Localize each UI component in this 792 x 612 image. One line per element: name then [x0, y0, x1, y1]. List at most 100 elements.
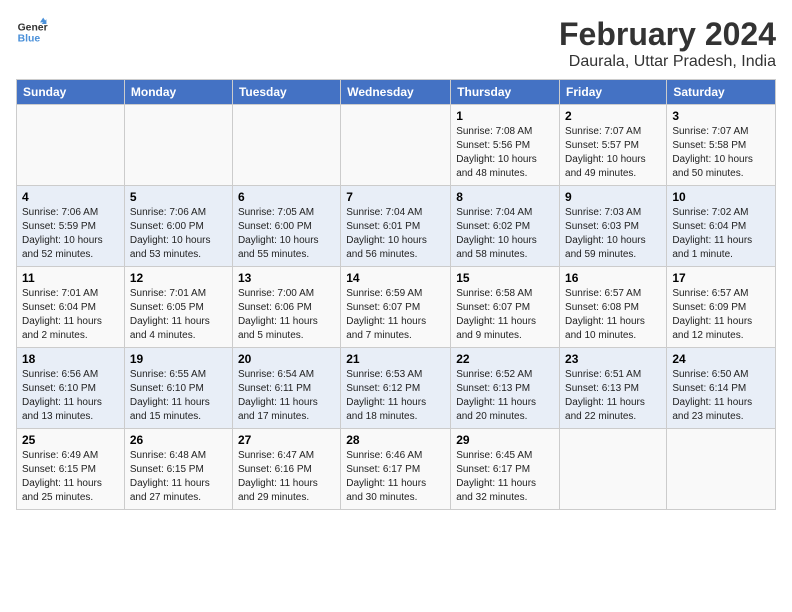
day-info: Sunrise: 6:51 AM Sunset: 6:13 PM Dayligh… [565, 368, 661, 424]
calendar-cell: 6 Sunrise: 7:05 AM Sunset: 6:00 PM Daylig… [232, 186, 340, 267]
logo: General Blue [16, 16, 48, 48]
calendar-cell [17, 105, 125, 186]
header: General Blue February 2024 Daurala, Utta… [16, 16, 776, 71]
day-number: 12 [130, 271, 227, 285]
calendar-week-row: 11 Sunrise: 7:01 AM Sunset: 6:04 PM Dayli… [17, 267, 776, 348]
day-number: 16 [565, 271, 661, 285]
day-info: Sunrise: 7:08 AM Sunset: 5:56 PM Dayligh… [456, 125, 554, 181]
day-number: 23 [565, 352, 661, 366]
day-number: 4 [22, 190, 119, 204]
calendar-cell [667, 429, 776, 510]
day-info: Sunrise: 7:01 AM Sunset: 6:04 PM Dayligh… [22, 287, 119, 343]
weekday-header: Friday [560, 80, 667, 105]
calendar-cell: 23 Sunrise: 6:51 AM Sunset: 6:13 PM Dayli… [560, 348, 667, 429]
day-info: Sunrise: 7:07 AM Sunset: 5:57 PM Dayligh… [565, 125, 661, 181]
calendar-cell: 26Sunrise: 6:48 AM Sunset: 6:15 PM Dayli… [124, 429, 232, 510]
month-title: February 2024 [559, 16, 776, 53]
day-info: Sunrise: 7:07 AM Sunset: 5:58 PM Dayligh… [672, 125, 770, 181]
calendar-cell: 12 Sunrise: 7:01 AM Sunset: 6:05 PM Dayli… [124, 267, 232, 348]
title-area: February 2024 Daurala, Uttar Pradesh, In… [559, 16, 776, 71]
day-number: 27 [238, 433, 335, 447]
day-number: 2 [565, 109, 661, 123]
calendar-cell [232, 105, 340, 186]
calendar-cell: 11 Sunrise: 7:01 AM Sunset: 6:04 PM Dayli… [17, 267, 125, 348]
calendar-week-row: 4 Sunrise: 7:06 AM Sunset: 5:59 PM Daylig… [17, 186, 776, 267]
weekday-header: Wednesday [341, 80, 451, 105]
weekday-header: Thursday [451, 80, 560, 105]
calendar-cell: 22 Sunrise: 6:52 AM Sunset: 6:13 PM Dayli… [451, 348, 560, 429]
day-info: Sunrise: 6:53 AM Sunset: 6:12 PM Dayligh… [346, 368, 445, 424]
calendar-cell: 8 Sunrise: 7:04 AM Sunset: 6:02 PM Daylig… [451, 186, 560, 267]
calendar-cell: 16 Sunrise: 6:57 AM Sunset: 6:08 PM Dayli… [560, 267, 667, 348]
day-info: Sunrise: 6:54 AM Sunset: 6:11 PM Dayligh… [238, 368, 335, 424]
day-number: 7 [346, 190, 445, 204]
calendar-cell: 7Sunrise: 7:04 AM Sunset: 6:01 PM Daylig… [341, 186, 451, 267]
svg-text:General: General [18, 22, 48, 33]
day-info: Sunrise: 6:59 AM Sunset: 6:07 PM Dayligh… [346, 287, 445, 343]
calendar-cell: 17 Sunrise: 6:57 AM Sunset: 6:09 PM Dayli… [667, 267, 776, 348]
day-number: 18 [22, 352, 119, 366]
day-info: Sunrise: 6:56 AM Sunset: 6:10 PM Dayligh… [22, 368, 119, 424]
day-info: Sunrise: 7:06 AM Sunset: 6:00 PM Dayligh… [130, 206, 227, 262]
day-info: Sunrise: 6:50 AM Sunset: 6:14 PM Dayligh… [672, 368, 770, 424]
day-number: 9 [565, 190, 661, 204]
calendar-cell: 15 Sunrise: 6:58 AM Sunset: 6:07 PM Dayli… [451, 267, 560, 348]
calendar-cell: 10Sunrise: 7:02 AM Sunset: 6:04 PM Dayli… [667, 186, 776, 267]
calendar-cell: 27 Sunrise: 6:47 AM Sunset: 6:16 PM Dayli… [232, 429, 340, 510]
calendar-cell: 19 Sunrise: 6:55 AM Sunset: 6:10 PM Dayli… [124, 348, 232, 429]
calendar-cell [124, 105, 232, 186]
calendar-cell: 4 Sunrise: 7:06 AM Sunset: 5:59 PM Daylig… [17, 186, 125, 267]
calendar-cell: 28 Sunrise: 6:46 AM Sunset: 6:17 PM Dayli… [341, 429, 451, 510]
day-number: 22 [456, 352, 554, 366]
day-info: Sunrise: 6:57 AM Sunset: 6:08 PM Dayligh… [565, 287, 661, 343]
calendar-week-row: 18 Sunrise: 6:56 AM Sunset: 6:10 PM Dayli… [17, 348, 776, 429]
day-number: 19 [130, 352, 227, 366]
logo-icon: General Blue [16, 16, 48, 48]
weekday-header: Saturday [667, 80, 776, 105]
day-number: 26 [130, 433, 227, 447]
day-number: 13 [238, 271, 335, 285]
day-number: 28 [346, 433, 445, 447]
day-number: 24 [672, 352, 770, 366]
calendar-week-row: 1Sunrise: 7:08 AM Sunset: 5:56 PM Daylig… [17, 105, 776, 186]
calendar-cell: 5 Sunrise: 7:06 AM Sunset: 6:00 PM Daylig… [124, 186, 232, 267]
day-number: 15 [456, 271, 554, 285]
day-number: 5 [130, 190, 227, 204]
calendar-cell: 29 Sunrise: 6:45 AM Sunset: 6:17 PM Dayli… [451, 429, 560, 510]
day-info: Sunrise: 7:03 AM Sunset: 6:03 PM Dayligh… [565, 206, 661, 262]
day-info: Sunrise: 7:04 AM Sunset: 6:02 PM Dayligh… [456, 206, 554, 262]
day-info: Sunrise: 6:55 AM Sunset: 6:10 PM Dayligh… [130, 368, 227, 424]
day-info: Sunrise: 6:57 AM Sunset: 6:09 PM Dayligh… [672, 287, 770, 343]
weekday-header: Tuesday [232, 80, 340, 105]
calendar-cell: 24 Sunrise: 6:50 AM Sunset: 6:14 PM Dayli… [667, 348, 776, 429]
day-info: Sunrise: 6:46 AM Sunset: 6:17 PM Dayligh… [346, 449, 445, 505]
calendar-cell: 21Sunrise: 6:53 AM Sunset: 6:12 PM Dayli… [341, 348, 451, 429]
day-number: 3 [672, 109, 770, 123]
calendar-cell: 13 Sunrise: 7:00 AM Sunset: 6:06 PM Dayli… [232, 267, 340, 348]
day-info: Sunrise: 6:58 AM Sunset: 6:07 PM Dayligh… [456, 287, 554, 343]
calendar-cell: 18 Sunrise: 6:56 AM Sunset: 6:10 PM Dayli… [17, 348, 125, 429]
day-info: Sunrise: 7:01 AM Sunset: 6:05 PM Dayligh… [130, 287, 227, 343]
day-info: Sunrise: 6:45 AM Sunset: 6:17 PM Dayligh… [456, 449, 554, 505]
day-info: Sunrise: 7:06 AM Sunset: 5:59 PM Dayligh… [22, 206, 119, 262]
day-number: 14 [346, 271, 445, 285]
day-number: 17 [672, 271, 770, 285]
day-number: 20 [238, 352, 335, 366]
day-number: 11 [22, 271, 119, 285]
day-info: Sunrise: 6:52 AM Sunset: 6:13 PM Dayligh… [456, 368, 554, 424]
day-number: 6 [238, 190, 335, 204]
day-info: Sunrise: 7:02 AM Sunset: 6:04 PM Dayligh… [672, 206, 770, 262]
day-number: 8 [456, 190, 554, 204]
day-info: Sunrise: 6:47 AM Sunset: 6:16 PM Dayligh… [238, 449, 335, 505]
location-title: Daurala, Uttar Pradesh, India [559, 53, 776, 71]
weekday-header: Sunday [17, 80, 125, 105]
calendar-cell: 3 Sunrise: 7:07 AM Sunset: 5:58 PM Daylig… [667, 105, 776, 186]
calendar-cell [560, 429, 667, 510]
calendar-week-row: 25Sunrise: 6:49 AM Sunset: 6:15 PM Dayli… [17, 429, 776, 510]
day-info: Sunrise: 7:00 AM Sunset: 6:06 PM Dayligh… [238, 287, 335, 343]
day-info: Sunrise: 7:05 AM Sunset: 6:00 PM Dayligh… [238, 206, 335, 262]
calendar-cell: 9 Sunrise: 7:03 AM Sunset: 6:03 PM Daylig… [560, 186, 667, 267]
calendar-table: SundayMondayTuesdayWednesdayThursdayFrid… [16, 79, 776, 510]
calendar-header-row: SundayMondayTuesdayWednesdayThursdayFrid… [17, 80, 776, 105]
day-number: 29 [456, 433, 554, 447]
